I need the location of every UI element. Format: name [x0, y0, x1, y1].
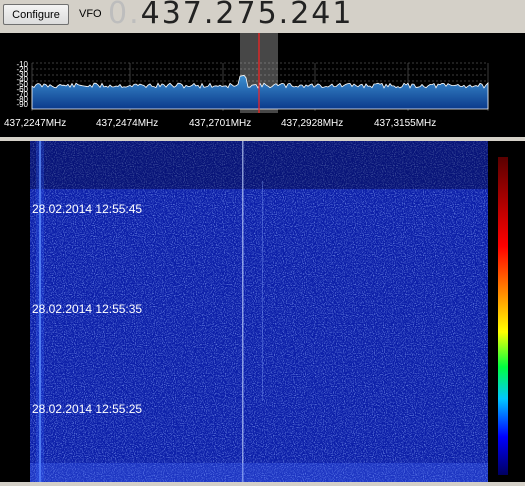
frequency-axis-label: 437,2247MHz — [4, 118, 66, 129]
signal-trace-faint — [262, 181, 263, 401]
vfo-frequency-value: 437.275.241 — [140, 0, 354, 31]
vfo-frequency-prefix: 0. — [108, 0, 141, 31]
waterfall-dim-band — [30, 141, 488, 189]
waterfall-timestamp: 28.02.2014 12:55:25 — [32, 402, 142, 416]
frequency-axis-label: 437,2701MHz — [189, 118, 251, 129]
configure-button[interactable]: Configure — [3, 4, 69, 25]
frequency-axis-label: 437,2928MHz — [281, 118, 343, 129]
frequency-axis-label: 437,2474MHz — [96, 118, 158, 129]
status-strip — [0, 482, 525, 486]
frequency-axis-label: 437,3155MHz — [374, 118, 436, 129]
waterfall-bottom-bright — [30, 463, 488, 482]
waterfall-display[interactable]: 28.02.2014 12:55:45 28.02.2014 12:55:35 28… — [0, 141, 525, 482]
color-palette-bar[interactable] — [498, 157, 508, 475]
vfo-label: VFO — [79, 8, 102, 20]
vfo-frequency-display[interactable]: 0.437.275.241 — [108, 0, 353, 31]
waterfall-timestamp: 28.02.2014 12:55:35 — [32, 302, 142, 316]
db-tick-label: -90 — [16, 100, 28, 109]
toolbar: Configure VFO 0.437.275.241 — [0, 0, 525, 31]
waterfall-timestamp: 28.02.2014 12:55:45 — [32, 202, 142, 216]
spectrum-display[interactable]: -10 -20 -30 -40 -50 -60 -70 -80 -90 437,2247MHz 4… — [0, 33, 525, 137]
signal-trace-center — [242, 141, 244, 482]
